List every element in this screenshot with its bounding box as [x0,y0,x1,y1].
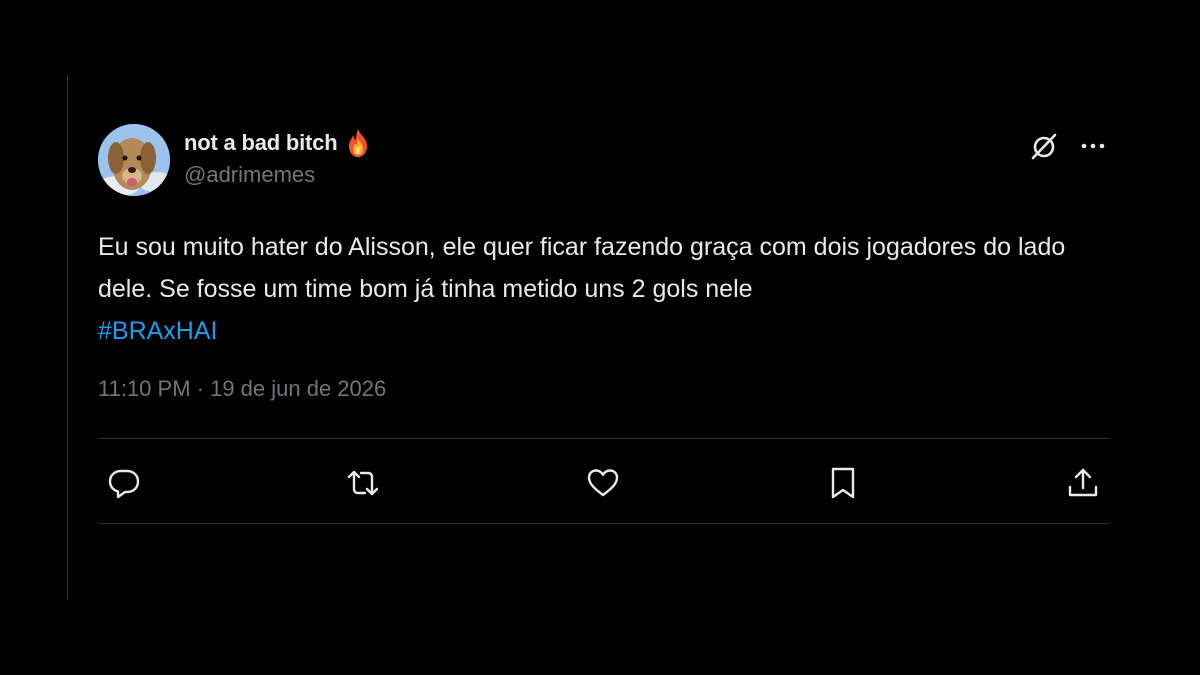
share-button[interactable] [1065,465,1101,501]
divider-bottom [98,523,1110,524]
handle[interactable]: @adrimemes [184,162,371,188]
tweet-body: Eu sou muito hater do Alisson, ele quer … [98,233,1066,303]
author-names: not a bad bitch @adrimemes [184,128,371,188]
retweet-button[interactable] [345,465,381,501]
reply-button[interactable] [106,465,142,501]
reply-icon [106,465,142,501]
fire-icon [345,128,371,158]
grok-icon[interactable] [1030,132,1058,160]
retweet-icon [345,465,381,501]
action-bar [98,439,1110,523]
like-button[interactable] [585,465,621,501]
display-name[interactable]: not a bad bitch [184,130,338,156]
like-icon [585,465,621,501]
avatar[interactable] [98,124,170,196]
display-name-row: not a bad bitch [184,128,371,158]
share-icon [1065,465,1101,501]
tweet-page: not a bad bitch @adrimemes Eu sou muito … [0,0,1200,675]
tweet-header: not a bad bitch @adrimemes [98,124,1110,198]
more-icon[interactable] [1078,132,1108,160]
tweet-card: not a bad bitch @adrimemes Eu sou muito … [98,124,1110,524]
hashtag-link[interactable]: #BRAxHAI [98,310,1110,352]
thread-border [67,75,68,600]
bookmark-button[interactable] [825,465,861,501]
bookmark-icon [825,465,861,501]
tweet-timestamp[interactable]: 11:10 PM · 19 de jun de 2026 [98,376,1110,406]
tweet-text: Eu sou muito hater do Alisson, ele quer … [98,226,1110,352]
